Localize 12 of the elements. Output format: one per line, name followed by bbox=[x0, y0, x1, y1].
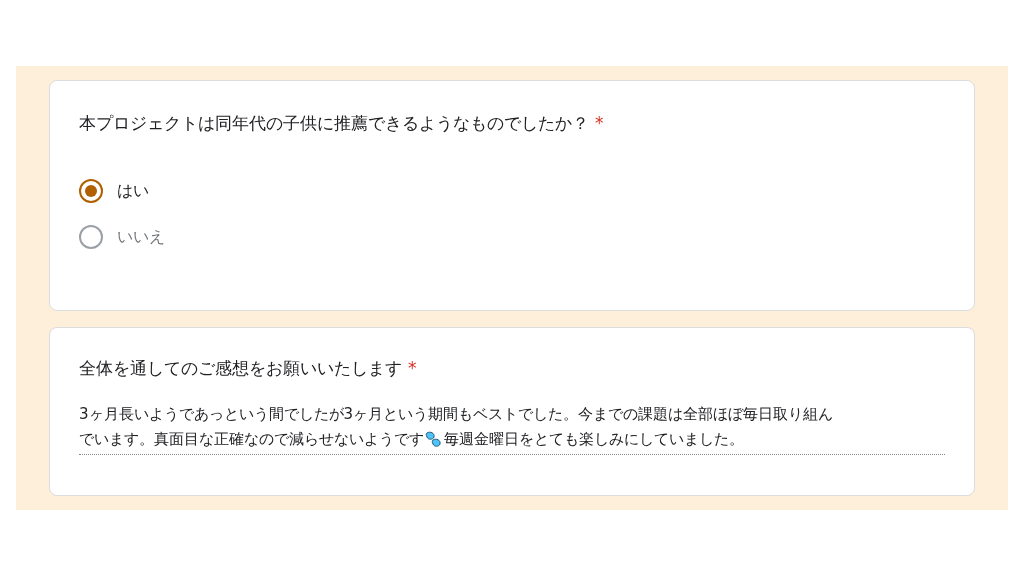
answer-text: 3ヶ月長いようであっという間でしたが3ヶ月という期間もベストでした。今までの課題は全部ほぼ毎日取り組ん bbox=[79, 403, 834, 425]
sweat-drops-icon bbox=[425, 430, 443, 448]
radio-button[interactable] bbox=[79, 178, 103, 203]
required-mark: * bbox=[408, 357, 417, 380]
required-mark: * bbox=[595, 112, 604, 135]
option-label: いいえ bbox=[117, 225, 165, 248]
answer-text: でいます。真面目な正確なので減らせないようです bbox=[79, 428, 424, 450]
radio-button[interactable] bbox=[79, 224, 103, 249]
question-title: 本プロジェクトは同年代の子供に推薦できるようなものでしたか？ bbox=[79, 112, 589, 135]
question-title: 全体を通してのご感想をお願いいたします bbox=[79, 357, 402, 380]
answer-text: 毎週金曜日をとても楽しみにしていました。 bbox=[444, 428, 744, 450]
option-label: はい bbox=[117, 179, 149, 202]
